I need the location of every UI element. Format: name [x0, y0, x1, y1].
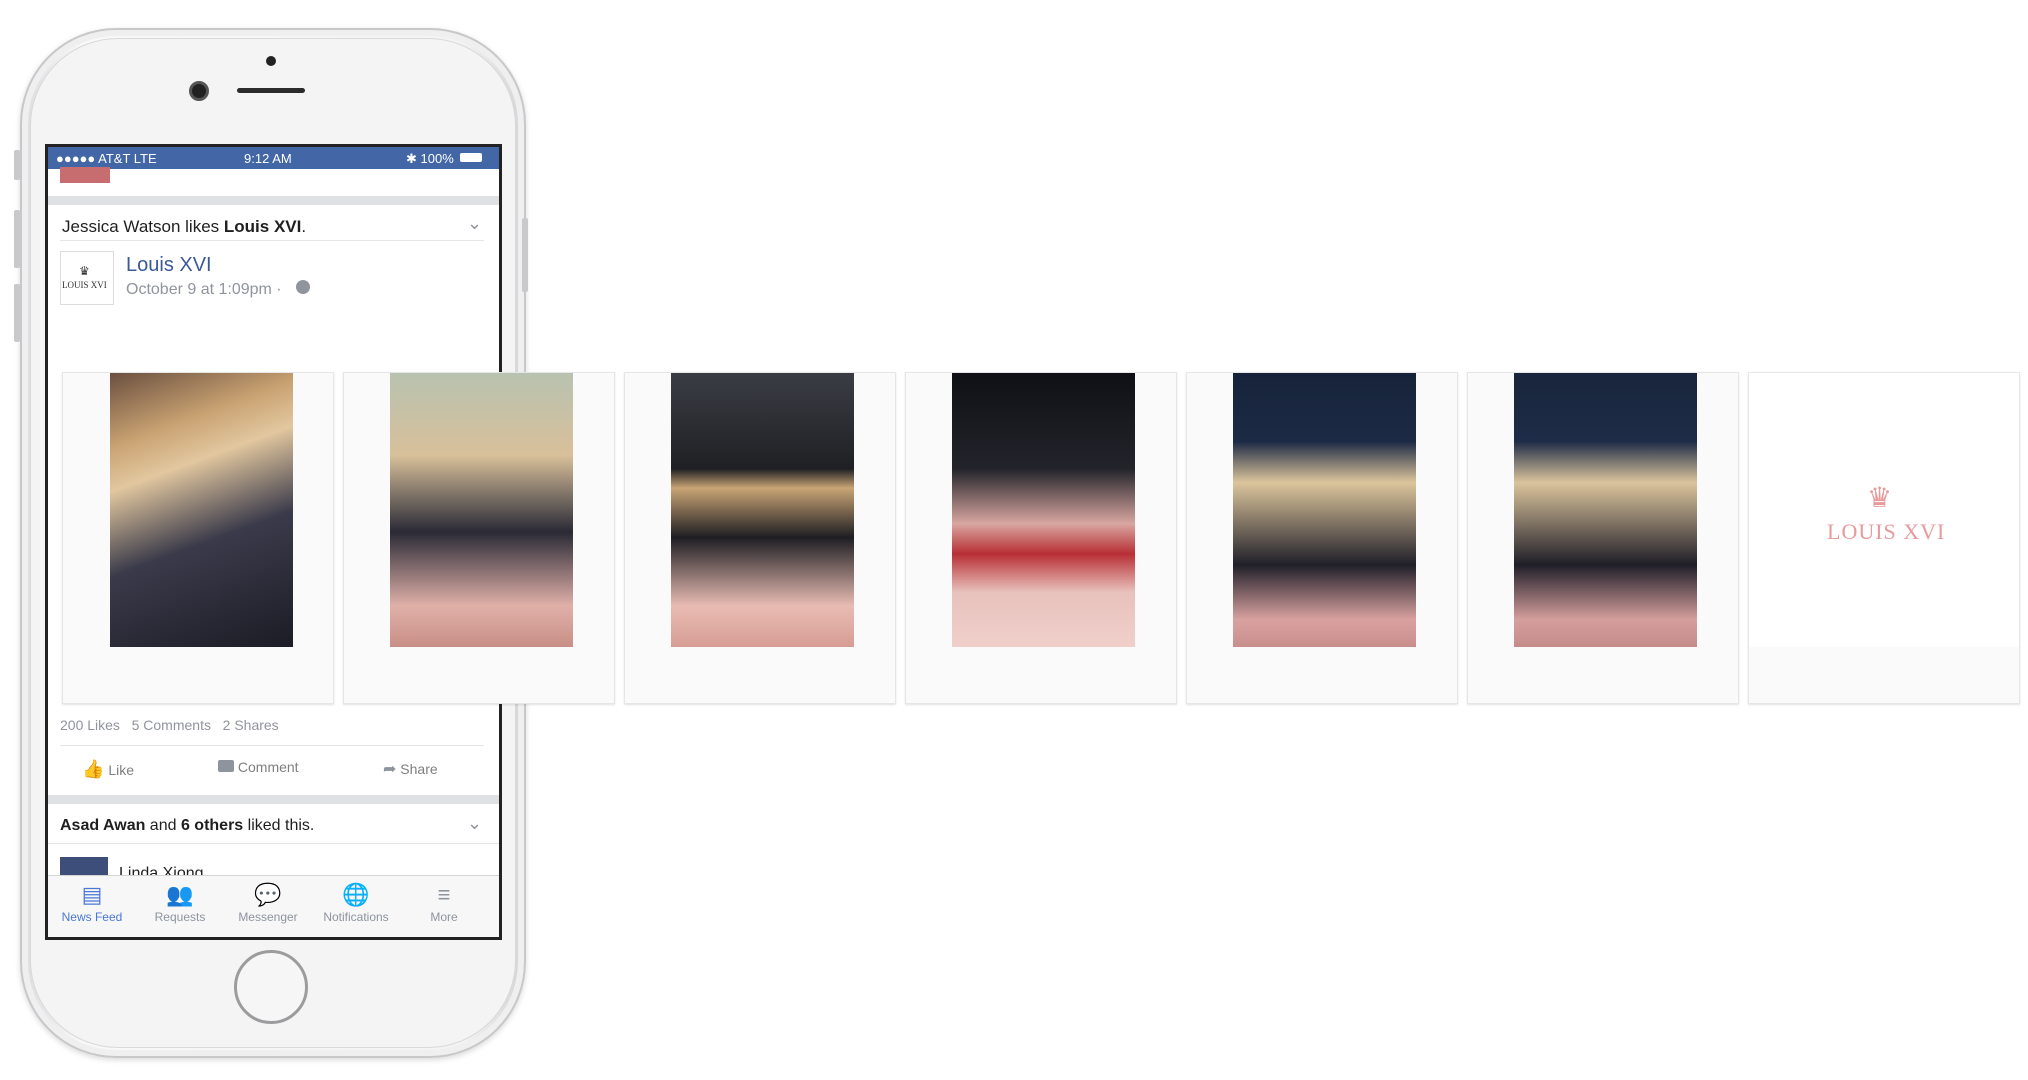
volume-down-button	[14, 284, 20, 342]
globe-icon	[296, 280, 310, 294]
earpiece-speaker	[237, 88, 305, 93]
carousel-photo[interactable]	[952, 373, 1135, 647]
carousel-photo[interactable]	[671, 373, 854, 647]
context-verb: likes	[180, 217, 224, 236]
comment-label: Comment	[237, 759, 299, 775]
brand-logo-panel: ♛ LOUIS XVI	[1749, 373, 2019, 647]
carousel-card[interactable]: ♛ LOUIS XVI	[1748, 372, 2020, 704]
more-icon: ≡	[437, 882, 451, 907]
post-stats: 200 Likes 5 Comments 2 Shares	[60, 717, 279, 733]
carousel-card[interactable]	[1467, 372, 1739, 704]
context-name[interactable]: Jessica Watson	[62, 217, 180, 236]
carousel-card[interactable]	[624, 372, 896, 704]
tab-requests[interactable]: 👥 Requests	[136, 882, 224, 924]
carousel-card[interactable]	[343, 372, 615, 704]
status-bar: ●●●●● AT&T LTE 9:12 AM ✱ 100%	[48, 147, 499, 169]
tab-more[interactable]: ≡ More	[400, 882, 488, 924]
carrier-text: ●●●●● AT&T LTE	[56, 151, 157, 166]
carousel-photo[interactable]	[1514, 373, 1697, 647]
share-label: Share	[400, 761, 438, 777]
tab-news-feed[interactable]: ▤ News Feed	[48, 882, 136, 924]
battery-icon	[460, 153, 482, 162]
power-button	[522, 218, 528, 292]
crown-icon: ♛	[79, 264, 90, 278]
carousel-card[interactable]	[62, 372, 334, 704]
chevron-down-icon[interactable]: ⌄	[467, 813, 482, 834]
comment-button[interactable]: Comment	[218, 759, 299, 775]
share-button[interactable]: ➦ Share	[383, 759, 438, 779]
battery-text: ✱ 100%	[406, 151, 454, 166]
carousel-photo[interactable]	[110, 373, 293, 647]
previous-post-avatar[interactable]	[60, 167, 110, 183]
post-timestamp[interactable]: October 9 at 1:09pm ·	[126, 281, 282, 299]
feed-divider	[48, 196, 499, 205]
next-story-end: liked this.	[243, 817, 315, 834]
chevron-down-icon[interactable]: ⌄	[467, 213, 482, 234]
next-story-context: Asad Awan and 6 others liked this.	[60, 817, 314, 835]
image-carousel[interactable]: ♛ LOUIS XVI	[62, 372, 2022, 704]
tab-bar: ▤ News Feed 👥 Requests 💬 Messenger 🌐 Not…	[48, 875, 499, 937]
volume-up-button	[14, 210, 20, 268]
home-button[interactable]	[234, 950, 308, 1024]
stats-divider	[60, 745, 484, 746]
front-camera-icon	[189, 81, 209, 101]
notifications-icon: 🌐	[342, 882, 370, 907]
clock-text: 9:12 AM	[244, 151, 292, 166]
requests-icon: 👥	[166, 882, 194, 907]
shares-count[interactable]: 2 Shares	[223, 717, 279, 733]
comments-count[interactable]: 5 Comments	[132, 717, 211, 733]
next-story-mid: and	[145, 817, 181, 834]
thumbs-up-icon: 👍	[82, 759, 105, 779]
news-feed-icon: ▤	[81, 882, 103, 907]
context-end: .	[301, 217, 307, 236]
tab-label: Notifications	[323, 910, 389, 924]
like-label: Like	[108, 762, 134, 778]
tab-label: More	[430, 910, 458, 924]
context-page[interactable]: Louis XVI	[224, 217, 301, 236]
carousel-card[interactable]	[1186, 372, 1458, 704]
mute-switch	[14, 150, 20, 180]
likes-count[interactable]: 200 Likes	[60, 717, 120, 733]
carousel-photo[interactable]	[390, 373, 573, 647]
next-story-others[interactable]: 6 others	[181, 817, 243, 834]
story-context: Jessica Watson likes Louis XVI.	[62, 217, 306, 237]
next-story-divider	[48, 843, 499, 844]
context-divider	[60, 240, 484, 241]
brand-logo-text: LOUIS XVI	[1827, 519, 1946, 544]
tab-label: Requests	[154, 910, 206, 924]
carousel-photo[interactable]	[1233, 373, 1416, 647]
avatar-logo-text: LOUIS XVI	[62, 280, 107, 290]
feed-divider	[48, 795, 499, 804]
proximity-sensor	[266, 56, 276, 66]
tab-notifications[interactable]: 🌐 Notifications	[312, 882, 400, 924]
like-button[interactable]: 👍 Like	[82, 759, 134, 780]
share-arrow-icon: ➦	[383, 761, 397, 778]
carousel-card[interactable]	[905, 372, 1177, 704]
next-story-person[interactable]: Asad Awan	[60, 817, 145, 834]
messenger-icon: 💬	[254, 882, 282, 907]
tab-label: Messenger	[238, 910, 298, 924]
tab-messenger[interactable]: 💬 Messenger	[224, 882, 312, 924]
tab-label: News Feed	[61, 910, 123, 924]
page-avatar[interactable]: ♛ LOUIS XVI	[60, 251, 114, 305]
crown-icon: ♛	[1867, 482, 1893, 513]
page-name-link[interactable]: Louis XVI	[126, 254, 212, 277]
comment-bubble-icon	[218, 760, 234, 772]
